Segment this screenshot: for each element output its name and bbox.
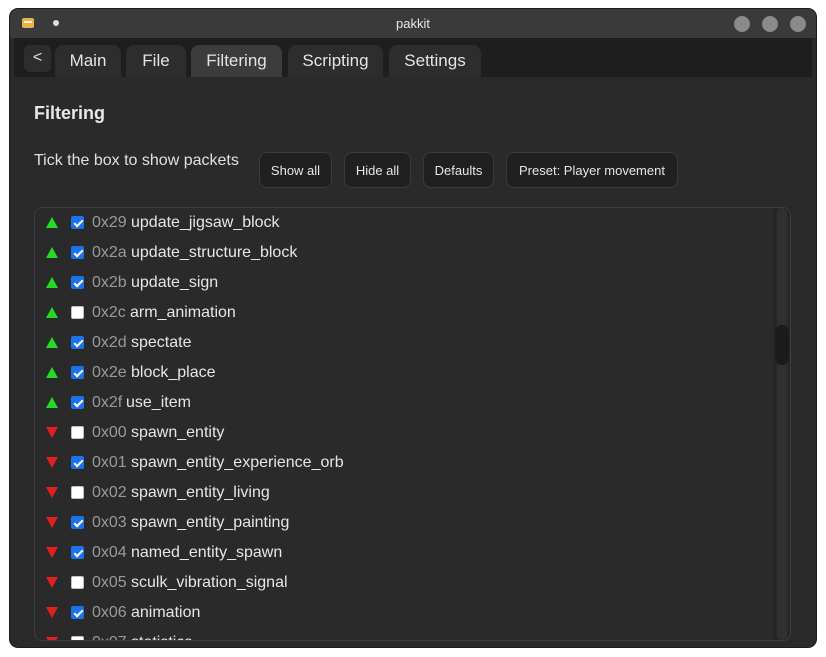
serverbound-arrow-icon bbox=[46, 277, 58, 288]
clientbound-arrow-icon bbox=[46, 487, 58, 498]
tab-file[interactable]: File bbox=[126, 45, 186, 77]
packet-name[interactable]: spawn_entity_painting bbox=[131, 514, 289, 532]
packet-id: 0x00 bbox=[92, 424, 127, 441]
maximize-button[interactable] bbox=[762, 16, 778, 32]
packet-name[interactable]: named_entity_spawn bbox=[131, 544, 282, 562]
packet-id: 0x2e bbox=[92, 364, 127, 381]
list-item: 0x2a update_structure_block bbox=[35, 238, 770, 268]
list-item: 0x05 sculk_vibration_signal bbox=[35, 568, 770, 598]
defaults-button[interactable]: Defaults bbox=[423, 152, 494, 188]
packet-id: 0x2d bbox=[92, 334, 127, 351]
packet-checkbox[interactable] bbox=[71, 276, 84, 289]
packet-id: 0x2c bbox=[92, 304, 126, 321]
packet-checkbox[interactable] bbox=[71, 486, 84, 499]
packet-name[interactable]: sculk_vibration_signal bbox=[131, 574, 288, 592]
packet-name[interactable]: spawn_entity bbox=[131, 424, 224, 442]
list-item: 0x01 spawn_entity_experience_orb bbox=[35, 448, 770, 478]
list-item: 0x03 spawn_entity_painting bbox=[35, 508, 770, 538]
clientbound-arrow-icon bbox=[46, 607, 58, 618]
packet-id: 0x01 bbox=[92, 454, 127, 471]
packet-checkbox[interactable] bbox=[71, 606, 84, 619]
serverbound-arrow-icon bbox=[46, 367, 58, 378]
packet-id: 0x04 bbox=[92, 544, 127, 561]
list-item: 0x2d spectate bbox=[35, 328, 770, 358]
serverbound-arrow-icon bbox=[46, 307, 58, 318]
list-item: 0x29 update_jigsaw_block bbox=[35, 208, 770, 238]
hide-all-button[interactable]: Hide all bbox=[344, 152, 411, 188]
clientbound-arrow-icon bbox=[46, 637, 58, 640]
packet-checkbox[interactable] bbox=[71, 546, 84, 559]
packet-checkbox[interactable] bbox=[71, 336, 84, 349]
clientbound-arrow-icon bbox=[46, 577, 58, 588]
packet-checkbox[interactable] bbox=[71, 246, 84, 259]
packet-name[interactable]: arm_animation bbox=[130, 304, 236, 322]
packet-name[interactable]: spawn_entity_experience_orb bbox=[131, 454, 344, 472]
list-item: 0x2b update_sign bbox=[35, 268, 770, 298]
tab-filtering[interactable]: Filtering bbox=[191, 45, 282, 77]
packet-name[interactable]: spawn_entity_living bbox=[131, 484, 270, 502]
packet-list[interactable]: 0x29 update_jigsaw_block 0x2a update_struct… bbox=[34, 207, 791, 641]
packet-id: 0x03 bbox=[92, 514, 127, 531]
app-window: pakkit < Main File Filtering Scripting S… bbox=[10, 9, 816, 647]
packet-name[interactable]: animation bbox=[131, 604, 200, 622]
serverbound-arrow-icon bbox=[46, 337, 58, 348]
packet-name[interactable]: update_jigsaw_block bbox=[131, 214, 280, 232]
packet-name[interactable]: block_place bbox=[131, 364, 216, 382]
packet-id: 0x2b bbox=[92, 274, 127, 291]
packet-name[interactable]: update_sign bbox=[131, 274, 218, 292]
page-title: Filtering bbox=[34, 103, 105, 123]
instructions-text: Tick the box to show packets bbox=[34, 152, 239, 169]
list-item: 0x04 named_entity_spawn bbox=[35, 538, 770, 568]
packet-checkbox[interactable] bbox=[71, 396, 84, 409]
packet-id: 0x29 bbox=[92, 214, 127, 231]
list-item: 0x02 spawn_entity_living bbox=[35, 478, 770, 508]
list-item: 0x06 animation bbox=[35, 598, 770, 628]
packet-checkbox[interactable] bbox=[71, 426, 84, 439]
list-item: 0x00 spawn_entity bbox=[35, 418, 770, 448]
packet-name[interactable]: update_structure_block bbox=[131, 244, 297, 262]
tab-scripting[interactable]: Scripting bbox=[288, 45, 383, 77]
serverbound-arrow-icon bbox=[46, 397, 58, 408]
packet-id: 0x2a bbox=[92, 244, 127, 261]
tab-settings[interactable]: Settings bbox=[389, 45, 481, 77]
close-button[interactable] bbox=[790, 16, 806, 32]
packet-checkbox[interactable] bbox=[71, 576, 84, 589]
clientbound-arrow-icon bbox=[46, 427, 58, 438]
packet-name[interactable]: use_item bbox=[126, 394, 191, 412]
clientbound-arrow-icon bbox=[46, 457, 58, 468]
packet-checkbox[interactable] bbox=[71, 366, 84, 379]
preset-player-movement-button[interactable]: Preset: Player movement bbox=[506, 152, 678, 188]
packet-checkbox[interactable] bbox=[71, 636, 84, 640]
list-scrollbar[interactable] bbox=[773, 208, 790, 640]
packet-checkbox[interactable] bbox=[71, 306, 84, 319]
packet-id: 0x2f bbox=[92, 394, 123, 411]
packet-id: 0x06 bbox=[92, 604, 127, 621]
packet-id: 0x07 bbox=[92, 634, 127, 640]
packet-id: 0x05 bbox=[92, 574, 127, 591]
back-button[interactable]: < bbox=[24, 45, 51, 72]
filtering-panel: Filtering Tick the box to show packets S… bbox=[14, 77, 812, 643]
packet-checkbox[interactable] bbox=[71, 516, 84, 529]
packet-name[interactable]: spectate bbox=[131, 334, 191, 352]
window-title: pakkit bbox=[396, 16, 430, 31]
show-all-button[interactable]: Show all bbox=[259, 152, 332, 188]
packet-name[interactable]: statistics bbox=[131, 634, 192, 640]
list-item: 0x2f use_item bbox=[35, 388, 770, 418]
clientbound-arrow-icon bbox=[46, 547, 58, 558]
tab-bar: < Main File Filtering Scripting Settings bbox=[14, 38, 812, 77]
packet-checkbox[interactable] bbox=[71, 216, 84, 229]
list-item: 0x07 statistics bbox=[35, 628, 770, 640]
tab-main[interactable]: Main bbox=[55, 45, 121, 77]
list-item: 0x2e block_place bbox=[35, 358, 770, 388]
serverbound-arrow-icon bbox=[46, 247, 58, 258]
title-bar[interactable]: pakkit bbox=[10, 9, 816, 38]
clientbound-arrow-icon bbox=[46, 517, 58, 528]
packet-checkbox[interactable] bbox=[71, 456, 84, 469]
serverbound-arrow-icon bbox=[46, 217, 58, 228]
minimize-button[interactable] bbox=[734, 16, 750, 32]
scrollbar-thumb[interactable] bbox=[775, 325, 789, 365]
list-item: 0x2c arm_animation bbox=[35, 298, 770, 328]
scrollbar-track[interactable] bbox=[777, 208, 787, 640]
packet-id: 0x02 bbox=[92, 484, 127, 501]
